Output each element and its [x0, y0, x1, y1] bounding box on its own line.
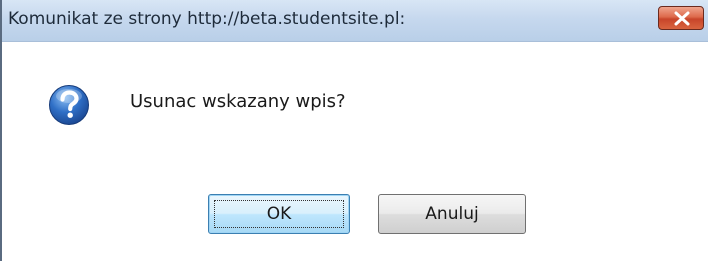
dialog-titlebar[interactable]: Komunikat ze strony http://beta.students… [2, 0, 708, 42]
dialog-title: Komunikat ze strony http://beta.students… [8, 9, 406, 29]
ok-button[interactable]: OK [208, 194, 350, 234]
cancel-button-label: Anuluj [425, 204, 479, 224]
dialog-message: Usunac wskazany wpis? [130, 91, 346, 112]
close-button[interactable] [658, 6, 704, 30]
close-icon [674, 11, 690, 26]
question-icon [49, 85, 89, 125]
dialog-body: Usunac wskazany wpis? OK Anuluj [2, 42, 708, 261]
confirm-dialog: Komunikat ze strony http://beta.students… [0, 0, 708, 261]
cancel-button[interactable]: Anuluj [378, 194, 526, 234]
focus-ring [214, 200, 344, 228]
